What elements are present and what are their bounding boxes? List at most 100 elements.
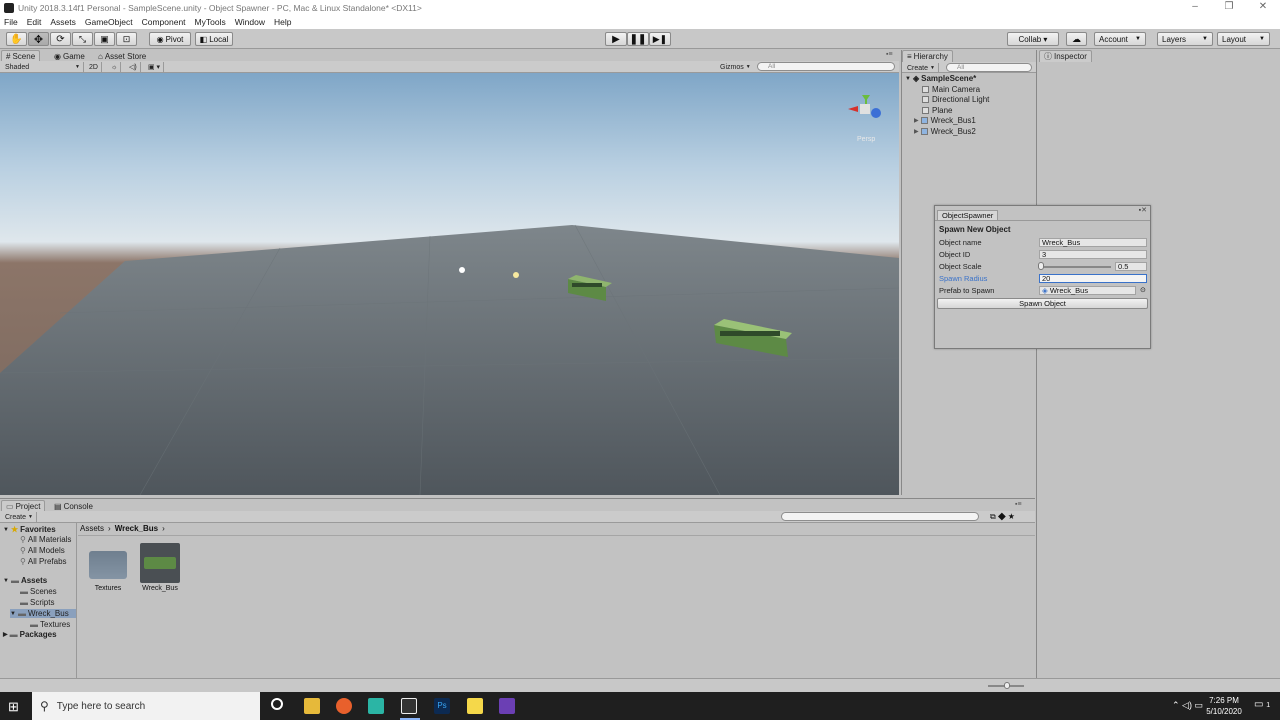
hierarchy-item[interactable]: Plane xyxy=(922,106,952,115)
local-toggle[interactable]: ◧ Local xyxy=(195,32,233,46)
spawn-radius-input[interactable]: 20 xyxy=(1039,274,1147,283)
tree-item[interactable]: ⚲ All Materials xyxy=(20,535,71,544)
hierarchy-create-button[interactable]: Create ▼ xyxy=(904,63,939,73)
windows-start-icon[interactable]: ⊞ xyxy=(8,699,19,715)
asset-textures-folder[interactable] xyxy=(89,549,129,581)
hierarchy-item-label: Wreck_Bus1 xyxy=(930,116,976,125)
audio-toggle[interactable]: ◁) xyxy=(126,62,141,72)
scale-slider-track[interactable] xyxy=(1039,266,1111,268)
scene-root-item[interactable]: ▼ ◈ SampleScene* xyxy=(905,74,976,83)
pause-button[interactable]: ❚❚ xyxy=(627,32,649,46)
menu-help[interactable]: Help xyxy=(274,17,291,27)
layers-dropdown[interactable]: Layers ▼ xyxy=(1157,32,1213,46)
tree-item[interactable]: ▬ Textures xyxy=(30,620,70,629)
packages-item[interactable]: ▶ ▬ Packages xyxy=(3,630,57,639)
object-scale-input[interactable]: 0.5 xyxy=(1115,262,1147,271)
gizmos-dropdown[interactable]: Gizmos ▼ xyxy=(717,62,754,72)
search-icon: ⚲ xyxy=(20,535,26,544)
prefab-object-field[interactable]: ◈ Wreck_Bus xyxy=(1039,286,1136,295)
zoom-slider-handle[interactable] xyxy=(1004,682,1010,689)
panel-menu-icon[interactable]: ▪≡ xyxy=(1015,501,1022,508)
object-id-input[interactable]: 3 xyxy=(1039,250,1147,259)
camera-gizmo[interactable] xyxy=(459,267,465,273)
menu-window[interactable]: Window xyxy=(235,17,265,27)
close-button[interactable]: ✕ xyxy=(1246,0,1280,15)
folder-icon xyxy=(89,551,127,579)
play-button[interactable]: ▶ xyxy=(605,32,627,46)
move-tool-button[interactable]: ✥ xyxy=(28,32,49,46)
taskbar-search-placeholder: Type here to search xyxy=(56,700,146,712)
unity-taskbar-icon[interactable] xyxy=(401,698,417,714)
tab-inspector[interactable]: ⓘ Inspector xyxy=(1039,50,1092,62)
tree-item-selected[interactable]: ▼ ▬ Wreck_Bus xyxy=(10,609,76,618)
cortana-icon[interactable] xyxy=(271,698,283,710)
notification-icon[interactable]: ▭ 1 xyxy=(1254,699,1270,710)
taskbar-clock[interactable]: 7:26 PM 5/10/2020 xyxy=(1200,695,1248,717)
tree-item[interactable]: ⚲ All Prefabs xyxy=(20,557,67,566)
tree-item[interactable]: ⚲ All Models xyxy=(20,546,65,555)
sticky-notes-icon[interactable] xyxy=(467,698,483,714)
visual-studio-icon[interactable] xyxy=(499,698,515,714)
hierarchy-item[interactable]: Main Camera xyxy=(922,85,980,94)
project-search-input[interactable] xyxy=(781,512,979,521)
2d-toggle[interactable]: 2D xyxy=(86,62,102,72)
collab-dropdown[interactable]: Collab ▾ xyxy=(1007,32,1059,46)
menu-file[interactable]: File xyxy=(4,17,18,27)
project-create-button[interactable]: Create ▼ xyxy=(2,512,37,522)
pivot-toggle[interactable]: ◉ Pivot xyxy=(149,32,191,46)
effects-dropdown[interactable]: ▣ ▾ xyxy=(145,62,165,72)
photoshop-icon[interactable]: Ps xyxy=(434,698,450,714)
breadcrumb-item[interactable]: Wreck_Bus xyxy=(115,524,158,533)
breadcrumb-item[interactable]: Assets xyxy=(80,524,104,533)
favorites-item[interactable]: ▼ ★ Favorites xyxy=(3,525,56,534)
maximize-button[interactable]: ❐ xyxy=(1212,0,1246,15)
rotate-tool-button[interactable]: ⟳ xyxy=(50,32,71,46)
hierarchy-item[interactable]: ▶ Wreck_Bus2 xyxy=(914,127,976,136)
menu-mytools[interactable]: MyTools xyxy=(195,17,226,27)
hierarchy-item[interactable]: ▶ Wreck_Bus1 xyxy=(914,116,976,125)
hierarchy-search-input[interactable]: All xyxy=(946,63,1032,72)
hand-tool-button[interactable]: ✋ xyxy=(6,32,27,46)
layout-dropdown[interactable]: Layout ▼ xyxy=(1217,32,1270,46)
assets-root-item[interactable]: ▼ ▬ Assets xyxy=(3,576,47,585)
transform-tool-button[interactable]: ⊡ xyxy=(116,32,137,46)
shading-mode-dropdown[interactable]: Shaded ▼ xyxy=(2,62,84,72)
menu-gameobject[interactable]: GameObject xyxy=(85,17,133,27)
account-dropdown[interactable]: Account ▼ xyxy=(1094,32,1146,46)
maya-icon[interactable] xyxy=(368,698,384,714)
cloud-button[interactable]: ☁ xyxy=(1066,32,1087,46)
asset-store-icon: ⌂ xyxy=(98,51,103,61)
asset-wreck-bus-prefab[interactable] xyxy=(140,543,180,583)
tray-icons[interactable]: ⌃ ◁) ▭ xyxy=(1172,700,1203,711)
scene-search-input[interactable]: All xyxy=(757,62,895,71)
hierarchy-item[interactable]: Directional Light xyxy=(922,95,989,104)
menu-component[interactable]: Component xyxy=(142,17,186,27)
lighting-toggle[interactable]: ☼ xyxy=(108,62,122,72)
taskbar-search-box[interactable]: ⚲ Type here to search xyxy=(32,692,260,720)
step-button[interactable]: ▶❚ xyxy=(649,32,671,46)
menu-edit[interactable]: Edit xyxy=(27,17,42,27)
scene-viewport[interactable]: Persp xyxy=(0,73,899,495)
filter-icons[interactable]: ⧉ ◆ ★ xyxy=(990,512,1015,522)
firefox-icon[interactable] xyxy=(336,698,352,714)
expand-arrow-icon: ▶ xyxy=(3,632,8,638)
rect-tool-button[interactable]: ▣ xyxy=(94,32,115,46)
tree-item[interactable]: ▬ Scenes xyxy=(20,587,57,596)
tree-item[interactable]: ▬ Scripts xyxy=(20,598,54,607)
file-explorer-icon[interactable] xyxy=(304,698,320,714)
spawn-object-button[interactable]: Spawn Object xyxy=(937,298,1148,309)
object-name-input[interactable]: Wreck_Bus xyxy=(1039,238,1147,247)
panel-menu-icon[interactable]: ▪≡ xyxy=(886,51,893,58)
minimize-button[interactable]: – xyxy=(1178,0,1212,15)
tab-hierarchy[interactable]: ≡ Hierarchy xyxy=(902,50,953,62)
scale-tool-button[interactable]: ⤡ xyxy=(72,32,93,46)
window-close-icon[interactable]: ▪✕ xyxy=(1139,206,1147,214)
object-picker-icon[interactable]: ⊙ xyxy=(1140,286,1146,294)
tab-inspector-label: Inspector xyxy=(1054,52,1087,61)
scale-slider-handle[interactable] xyxy=(1038,262,1045,270)
menu-assets[interactable]: Assets xyxy=(50,17,76,27)
project-create-label: Create xyxy=(5,513,27,521)
tab-object-spawner[interactable]: ObjectSpawner xyxy=(937,210,999,220)
orientation-gizmo[interactable] xyxy=(848,95,881,118)
light-gizmo[interactable] xyxy=(513,272,519,278)
